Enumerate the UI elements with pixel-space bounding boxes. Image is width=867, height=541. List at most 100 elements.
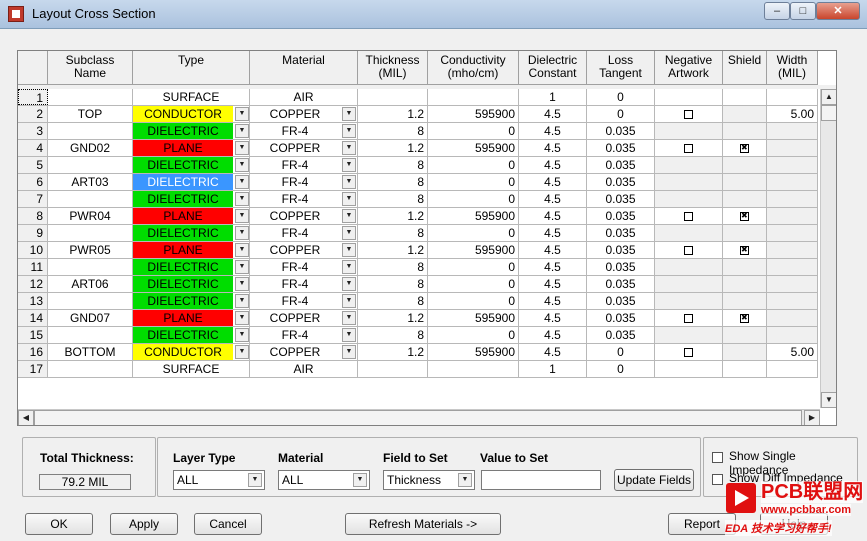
subclass-name-cell[interactable]: TOP xyxy=(48,106,133,122)
conductivity-cell[interactable]: 595900 xyxy=(428,310,519,326)
conductivity-cell[interactable]: 595900 xyxy=(428,242,519,258)
chevron-down-icon[interactable]: ▼ xyxy=(235,209,249,223)
subclass-name-cell[interactable] xyxy=(48,89,133,105)
table-row[interactable]: 10 PWR05 PLANE ▼ COPPER ▼ 1.2 595900 4.5 0.035 xyxy=(18,242,818,259)
chevron-down-icon[interactable]: ▼ xyxy=(235,345,249,359)
column-header-conductivity[interactable]: Conductivity (mho/cm) xyxy=(428,51,519,85)
dielectric-constant-cell[interactable]: 4.5 xyxy=(519,123,587,139)
material-cell[interactable]: FR-4 ▼ xyxy=(250,276,358,292)
material-cell[interactable]: COPPER ▼ xyxy=(250,140,358,156)
row-number[interactable]: 5 xyxy=(18,157,48,173)
dielectric-constant-cell[interactable]: 4.5 xyxy=(519,140,587,156)
type-cell[interactable]: PLANE ▼ xyxy=(133,242,250,258)
material-filter-select[interactable]: ALL ▼ xyxy=(278,470,370,490)
column-header-width[interactable]: Width (MIL) xyxy=(767,51,818,85)
row-number[interactable]: 1 xyxy=(18,89,48,105)
thickness-cell[interactable]: 8 xyxy=(358,327,428,343)
type-cell[interactable]: DIELECTRIC ▼ xyxy=(133,123,250,139)
negative-artwork-cell[interactable] xyxy=(655,310,723,326)
material-cell[interactable]: AIR xyxy=(250,361,358,377)
chevron-down-icon[interactable]: ▼ xyxy=(235,294,249,308)
dielectric-constant-cell[interactable]: 4.5 xyxy=(519,259,587,275)
column-header-shield[interactable]: Shield xyxy=(723,51,767,85)
type-cell[interactable]: DIELECTRIC ▼ xyxy=(133,327,250,343)
close-button[interactable]: ✕ xyxy=(816,2,860,20)
unchecked-checkbox-icon[interactable] xyxy=(684,110,693,120)
conductivity-cell[interactable]: 0 xyxy=(428,174,519,190)
loss-tangent-cell[interactable]: 0.035 xyxy=(587,225,655,241)
type-cell[interactable]: CONDUCTOR ▼ xyxy=(133,106,250,122)
chevron-down-icon[interactable]: ▼ xyxy=(235,175,249,189)
subclass-name-cell[interactable]: PWR05 xyxy=(48,242,133,258)
thickness-cell[interactable]: 1.2 xyxy=(358,140,428,156)
material-cell[interactable]: FR-4 ▼ xyxy=(250,225,358,241)
thickness-cell[interactable]: 8 xyxy=(358,191,428,207)
scroll-right-button[interactable]: ▶ xyxy=(804,410,820,425)
subclass-name-cell[interactable] xyxy=(48,157,133,173)
table-row[interactable]: 11 DIELECTRIC ▼ FR-4 ▼ 8 0 4.5 0.035 xyxy=(18,259,818,276)
thickness-cell[interactable]: 8 xyxy=(358,157,428,173)
chevron-down-icon[interactable]: ▼ xyxy=(342,345,356,359)
conductivity-cell[interactable]: 0 xyxy=(428,276,519,292)
subclass-name-cell[interactable] xyxy=(48,225,133,241)
loss-tangent-cell[interactable]: 0.035 xyxy=(587,174,655,190)
conductivity-cell[interactable]: 595900 xyxy=(428,344,519,360)
cross-section-grid[interactable]: Subclass Name Type Material Thickness (MIL)… xyxy=(17,50,837,426)
material-cell[interactable]: FR-4 ▼ xyxy=(250,293,358,309)
dielectric-constant-cell[interactable]: 4.5 xyxy=(519,174,587,190)
loss-tangent-cell[interactable]: 0.035 xyxy=(587,191,655,207)
type-cell[interactable]: DIELECTRIC ▼ xyxy=(133,293,250,309)
row-number[interactable]: 3 xyxy=(18,123,48,139)
thickness-cell[interactable]: 8 xyxy=(358,259,428,275)
thickness-cell[interactable]: 1.2 xyxy=(358,106,428,122)
conductivity-cell[interactable]: 595900 xyxy=(428,208,519,224)
column-header-negative-artwork[interactable]: Negative Artwork xyxy=(655,51,723,85)
table-row[interactable]: 4 GND02 PLANE ▼ COPPER ▼ 1.2 595900 4.5 0.035 xyxy=(18,140,818,157)
dielectric-constant-cell[interactable]: 4.5 xyxy=(519,106,587,122)
dielectric-constant-cell[interactable]: 4.5 xyxy=(519,344,587,360)
conductivity-cell[interactable]: 595900 xyxy=(428,140,519,156)
chevron-down-icon[interactable]: ▼ xyxy=(342,192,356,206)
table-row[interactable]: 8 PWR04 PLANE ▼ COPPER ▼ 1.2 595900 4.5 0.035 xyxy=(18,208,818,225)
update-fields-button[interactable]: Update Fields xyxy=(614,469,694,491)
material-cell[interactable]: FR-4 ▼ xyxy=(250,191,358,207)
chevron-down-icon[interactable]: ▼ xyxy=(235,243,249,257)
row-number[interactable]: 10 xyxy=(18,242,48,258)
layer-type-select[interactable]: ALL ▼ xyxy=(173,470,265,490)
table-row[interactable]: 14 GND07 PLANE ▼ COPPER ▼ 1.2 595900 4.5 0.035 xyxy=(18,310,818,327)
apply-button[interactable]: Apply xyxy=(110,513,178,535)
scroll-up-button[interactable]: ▲ xyxy=(821,89,836,105)
type-cell[interactable]: DIELECTRIC ▼ xyxy=(133,191,250,207)
dielectric-constant-cell[interactable]: 1 xyxy=(519,89,587,105)
cancel-button[interactable]: Cancel xyxy=(194,513,262,535)
table-row[interactable]: 1 SURFACE AIR 1 0 xyxy=(18,89,818,106)
subclass-name-cell[interactable] xyxy=(48,361,133,377)
material-cell[interactable]: COPPER ▼ xyxy=(250,310,358,326)
thickness-cell[interactable]: 8 xyxy=(358,174,428,190)
chevron-down-icon[interactable]: ▼ xyxy=(235,141,249,155)
subclass-name-cell[interactable] xyxy=(48,327,133,343)
thickness-cell[interactable]: 8 xyxy=(358,293,428,309)
table-row[interactable]: 16 BOTTOM CONDUCTOR ▼ COPPER ▼ 1.2 595900 4.5 0 5.… xyxy=(18,344,818,361)
thickness-cell[interactable]: 8 xyxy=(358,123,428,139)
chevron-down-icon[interactable]: ▼ xyxy=(342,175,356,189)
dielectric-constant-cell[interactable]: 4.5 xyxy=(519,225,587,241)
loss-tangent-cell[interactable]: 0.035 xyxy=(587,242,655,258)
chevron-down-icon[interactable]: ▼ xyxy=(235,226,249,240)
table-row[interactable]: 2 TOP CONDUCTOR ▼ COPPER ▼ 1.2 595900 4.5 0 5.00 xyxy=(18,106,818,123)
dielectric-constant-cell[interactable]: 4.5 xyxy=(519,242,587,258)
chevron-down-icon[interactable]: ▼ xyxy=(342,311,356,325)
dielectric-constant-cell[interactable]: 1 xyxy=(519,361,587,377)
loss-tangent-cell[interactable]: 0.035 xyxy=(587,157,655,173)
type-cell[interactable]: CONDUCTOR ▼ xyxy=(133,344,250,360)
negative-artwork-cell[interactable] xyxy=(655,106,723,122)
thickness-cell[interactable]: 8 xyxy=(358,225,428,241)
material-cell[interactable]: COPPER ▼ xyxy=(250,344,358,360)
thickness-cell[interactable]: 1.2 xyxy=(358,310,428,326)
chevron-down-icon[interactable]: ▼ xyxy=(342,260,356,274)
conductivity-cell[interactable]: 0 xyxy=(428,293,519,309)
material-cell[interactable]: COPPER ▼ xyxy=(250,208,358,224)
shield-cell[interactable] xyxy=(723,208,767,224)
horizontal-scrollbar[interactable]: ◀ ▶ xyxy=(18,409,820,425)
loss-tangent-cell[interactable]: 0.035 xyxy=(587,140,655,156)
